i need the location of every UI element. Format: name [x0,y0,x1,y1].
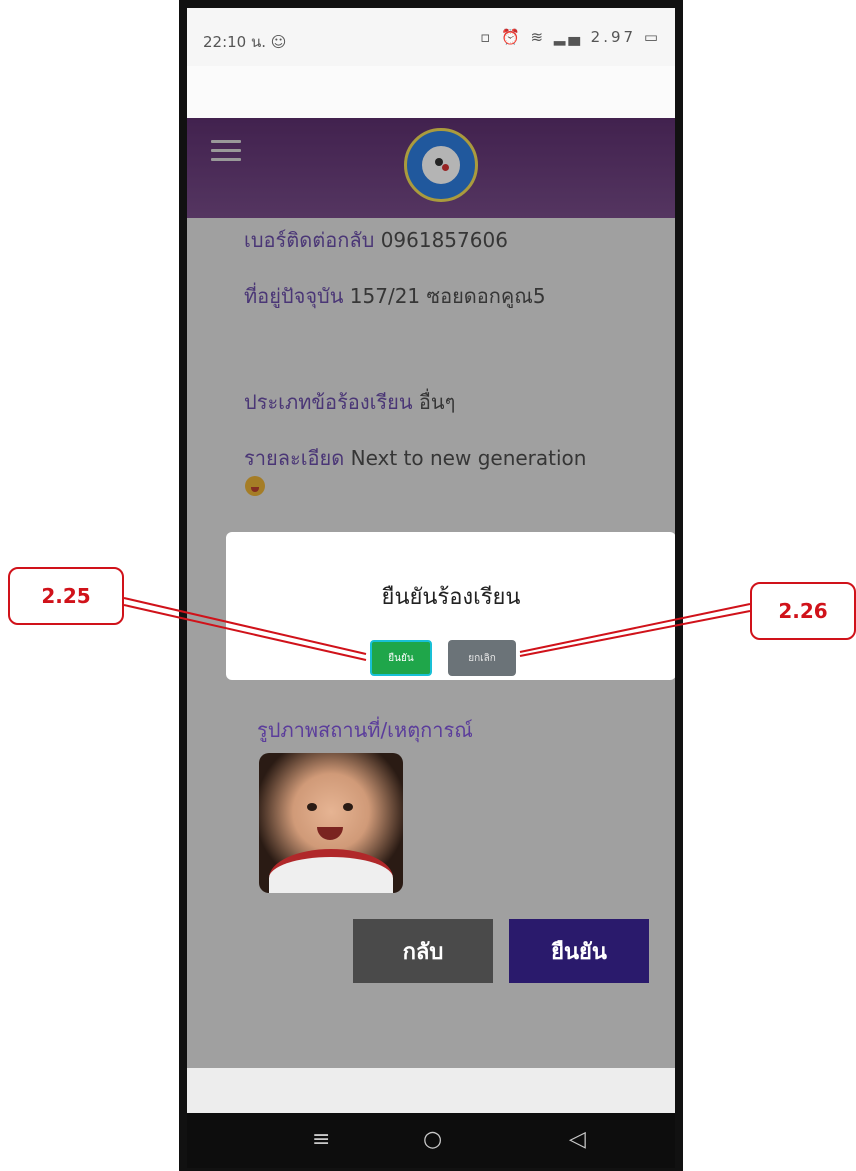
callout-label-2-26: 2.26 [750,582,856,640]
callout-arrow-right-1 [519,603,751,653]
callout-arrows [123,597,751,661]
callout-arrow-right-2 [519,610,751,657]
callout-arrow-left-1 [123,597,367,655]
callout-label-2-25: 2.25 [8,567,124,625]
callout-arrow-left-2 [123,604,367,661]
